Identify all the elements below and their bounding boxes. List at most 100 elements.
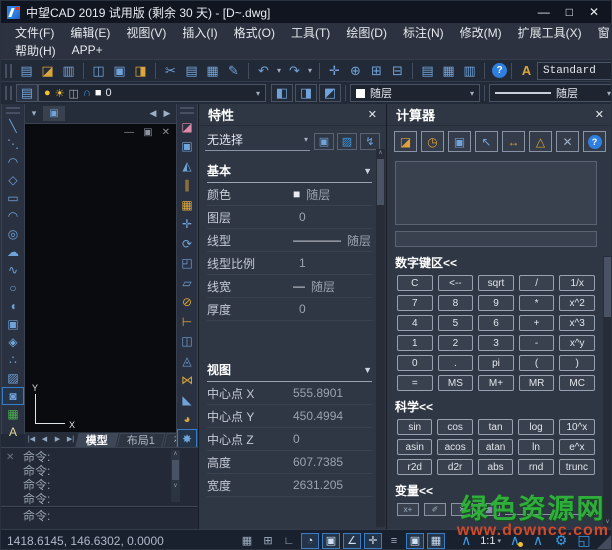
toolbar-grip[interactable] (180, 107, 194, 114)
mtext-icon[interactable]: A (2, 423, 24, 441)
layer-isolate-icon[interactable]: ◩ (319, 84, 341, 102)
layout-tab[interactable]: 模型 (75, 433, 118, 447)
calc-key-button[interactable]: / (519, 275, 555, 291)
tool-palettes-icon[interactable]: ▥ (459, 62, 480, 80)
layer-manager-icon[interactable]: ▤ (16, 84, 38, 102)
layout-tab[interactable]: 布 (163, 433, 176, 447)
new-variable-icon[interactable]: x+ (397, 503, 419, 516)
annotation-autoscale-icon[interactable]: ∧ (506, 533, 524, 549)
snap-icon[interactable]: ▦ (238, 533, 256, 549)
scroll-down-icon[interactable]: ∨ (603, 518, 612, 527)
calc-history-icon[interactable]: ◷ (421, 131, 444, 152)
point-icon[interactable]: ∴ (2, 351, 24, 369)
calc-key-button[interactable]: ( (519, 355, 555, 371)
calc-key-button[interactable]: 8 (438, 295, 474, 311)
calc-key-button[interactable]: . (438, 355, 474, 371)
calc-key-button[interactable]: d2r (437, 459, 472, 475)
paste-icon[interactable]: ▦ (202, 62, 223, 80)
layout-tab[interactable]: 布局1 (116, 433, 166, 447)
calc-key-button[interactable]: 0 (397, 355, 433, 371)
calc-key-button[interactable]: M+ (478, 375, 514, 391)
design-center-icon[interactable]: ▦ (438, 62, 459, 80)
calc-key-button[interactable]: ) (559, 355, 595, 371)
menu-item[interactable]: 工具(T) (283, 24, 338, 41)
quick-properties-icon[interactable]: ▦ (427, 533, 445, 549)
doc-tab-scroll-left-icon[interactable]: ◀ (146, 107, 160, 121)
toolbar-grip[interactable] (5, 64, 12, 78)
osnap-icon[interactable]: ▣ (322, 533, 340, 549)
scientific-section-label[interactable]: 科学<< (395, 398, 605, 415)
open-file-icon[interactable]: ◪ (37, 62, 58, 80)
calc-key-button[interactable]: 9 (478, 295, 514, 311)
properties-close-icon[interactable]: ✕ (368, 108, 377, 121)
command-prompt[interactable]: 命令: (23, 509, 50, 523)
ortho-icon[interactable]: ∟ (280, 533, 298, 549)
menu-item[interactable]: 绘图(D) (338, 24, 395, 41)
menu-item[interactable]: 扩展工具(X) (510, 24, 590, 41)
explode-icon[interactable]: ✸ (177, 429, 197, 449)
resize-grip[interactable] (596, 534, 612, 550)
menu-item[interactable]: 格式(O) (226, 24, 283, 41)
line-icon[interactable]: ╲ (2, 117, 24, 135)
calc-key-button[interactable]: sin (397, 419, 432, 435)
redo-dropdown-icon[interactable]: ▾ (305, 62, 315, 80)
calc-paste-to-cmdline-icon[interactable]: ▣ (448, 131, 471, 152)
numpad-section-label[interactable]: 数字键区<< (395, 254, 605, 271)
array-icon[interactable]: ▦ (177, 195, 197, 215)
selection-dropdown[interactable]: 无选择 ▾ (205, 131, 310, 151)
property-row[interactable]: 厚度 0 (207, 298, 372, 321)
menu-item[interactable]: 帮助(H) (7, 42, 64, 59)
offset-icon[interactable]: ∥ (177, 176, 197, 196)
doc-tab-scroll-right-icon[interactable]: ▶ (160, 107, 174, 121)
calculator-scrollbar[interactable]: ∨ (603, 256, 612, 527)
stretch-icon[interactable]: ▱ (177, 273, 197, 293)
toolbar-grip[interactable] (6, 107, 20, 114)
property-row[interactable]: 线型 ————随层 (207, 229, 372, 252)
doc-close-button[interactable]: ✕ (162, 127, 170, 138)
calc-key-button[interactable]: MC (559, 375, 595, 391)
help-icon[interactable]: ? (492, 63, 507, 78)
calc-key-button[interactable]: 3 (478, 335, 514, 351)
section-basic-header[interactable]: 基本 ▼ (207, 162, 372, 183)
collapse-icon[interactable]: ▼ (363, 166, 372, 176)
text-style-dropdown[interactable]: Standard ▾ (537, 62, 612, 80)
calc-help-icon[interactable]: ? (583, 131, 606, 152)
otrack-icon[interactable]: ∠ (343, 533, 361, 549)
maximize-button[interactable]: □ (566, 5, 573, 19)
property-row[interactable]: 图层 0 (207, 206, 372, 229)
menu-item[interactable]: 编辑(E) (62, 24, 118, 41)
pan-icon[interactable]: ✛ (324, 62, 345, 80)
construction-line-icon[interactable]: ⋱ (2, 135, 24, 153)
calc-key-button[interactable]: abs (478, 459, 513, 475)
calc-get-angle-icon[interactable]: △ (529, 131, 552, 152)
command-divider[interactable] (1, 506, 198, 507)
collapse-icon[interactable]: ▼ (363, 365, 372, 375)
calc-key-button[interactable]: x^2 (559, 295, 595, 311)
calculator-close-icon[interactable]: ✕ (595, 108, 604, 121)
minimize-button[interactable]: — (538, 5, 550, 19)
property-row[interactable]: 颜色 ■随层 (207, 183, 372, 206)
model-space-icon[interactable]: ▣ (406, 533, 424, 549)
ellipse-icon[interactable]: ○ (2, 279, 24, 297)
scale-icon[interactable]: ◰ (177, 254, 197, 274)
zoom-previous-icon[interactable]: ⊟ (387, 62, 408, 80)
undo-dropdown-icon[interactable]: ▾ (274, 62, 284, 80)
break-icon[interactable]: ◫ (177, 332, 197, 352)
lineweight-icon[interactable]: ≡ (385, 533, 403, 549)
save-icon[interactable]: ▥ (58, 62, 79, 80)
calc-clear-icon[interactable]: ◪ (394, 131, 417, 152)
calc-history-box[interactable] (395, 161, 597, 225)
menu-item[interactable]: 插入(I) (174, 24, 225, 41)
chamfer-icon[interactable]: ◣ (177, 390, 197, 410)
calc-key-button[interactable]: MR (519, 375, 555, 391)
grid-icon[interactable]: ⊞ (259, 533, 277, 549)
calculator-header[interactable]: 计算器 ✕ (387, 104, 612, 126)
calc-key-button[interactable]: C (397, 275, 433, 291)
calc-key-button[interactable]: * (519, 295, 555, 311)
layer-dropdown[interactable]: ●☀◫∩■0 ▾ (38, 84, 266, 102)
hatch-icon[interactable]: ▨ (2, 369, 24, 387)
polar-tracking-icon[interactable]: ◔ (301, 533, 319, 549)
calc-key-button[interactable]: = (397, 375, 433, 391)
layer-states-icon[interactable]: ◨ (295, 84, 317, 102)
variables-section-label[interactable]: 变量<< (395, 482, 605, 499)
